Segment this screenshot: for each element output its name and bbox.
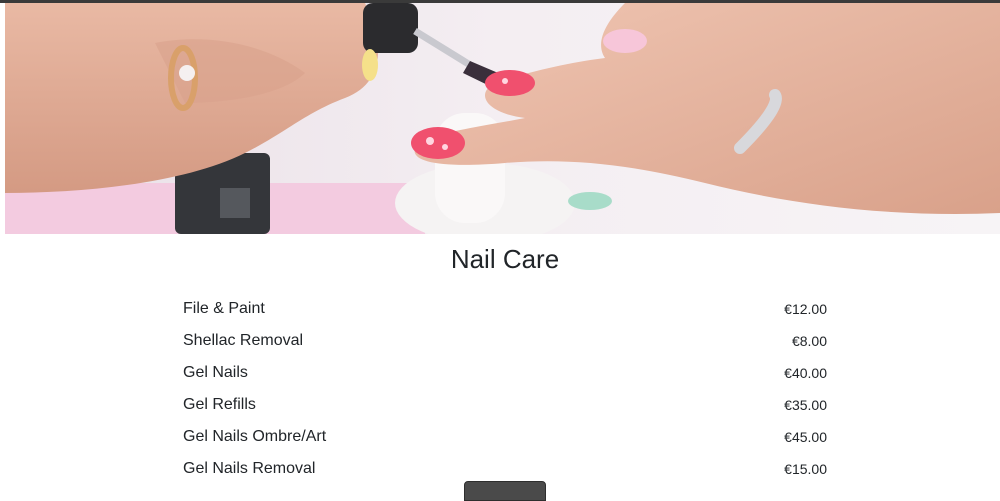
hero-image	[5, 3, 1000, 234]
service-name: File & Paint	[183, 300, 265, 317]
price-list: File & Paint €12.00 Shellac Removal €8.0…	[183, 293, 827, 485]
service-name: Shellac Removal	[183, 332, 304, 349]
service-price: €40.00	[784, 365, 827, 381]
action-button[interactable]	[464, 481, 546, 501]
service-name: Gel Nails Ombre/Art	[183, 428, 327, 445]
service-name: Gel Nails Removal	[183, 460, 316, 477]
service-price: €45.00	[784, 429, 827, 445]
price-row: Gel Refills €35.00	[183, 389, 827, 421]
section-title: Nail Care	[450, 244, 560, 274]
service-name: Gel Refills	[183, 396, 256, 413]
price-row: Gel Nails €40.00	[183, 357, 827, 389]
service-price: €12.00	[784, 301, 827, 317]
price-row: Gel Nails Ombre/Art €45.00	[183, 421, 827, 453]
service-price: €8.00	[791, 333, 827, 349]
service-name: Gel Nails	[183, 364, 248, 381]
price-row: File & Paint €12.00	[183, 293, 827, 325]
service-price: €15.00	[784, 461, 827, 477]
price-row: Shellac Removal €8.00	[183, 325, 827, 357]
service-price: €35.00	[784, 397, 827, 413]
